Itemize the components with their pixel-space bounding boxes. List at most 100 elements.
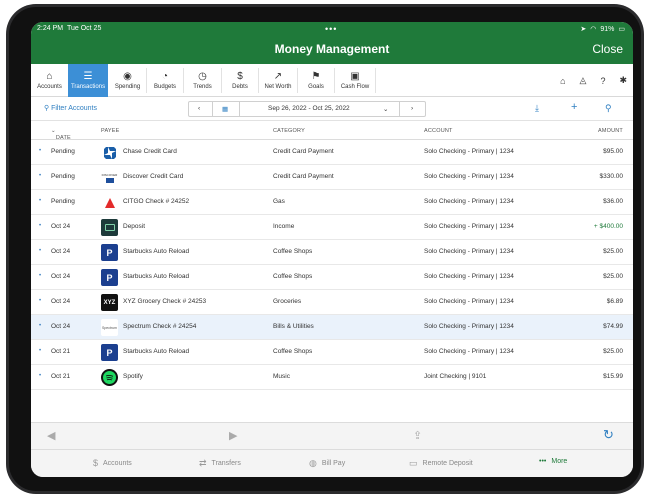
nav-remote-deposit[interactable]: ▭ Remote Deposit [409,458,473,469]
transfer-icon: ⇄ [199,458,207,468]
table-row[interactable]: • Pending Chase Credit Card Credit Card … [31,140,633,165]
list-icon: ☰ [83,71,93,82]
calendar-icon[interactable]: ▦ [222,105,228,113]
nav-bill-pay[interactable]: ◍ Bill Pay [309,458,345,469]
nav-more[interactable]: ••• More [539,458,567,465]
expand-icon[interactable]: • [39,148,41,154]
multitask-dots[interactable]: ••• [325,24,337,34]
refresh-icon[interactable]: ↻ [603,427,614,443]
table-header: ⌄ DATE PAYEE CATEGORY ACCOUNT AMOUNT [31,121,633,141]
citgo-logo-icon [101,194,118,211]
spotify-logo-icon [101,369,118,386]
location-icon: ➤ [580,26,587,33]
expand-icon[interactable]: • [39,248,41,254]
page-title: Money Management [274,42,390,56]
table-row[interactable]: • Pending CITGO Check # 24252 Gas Solo C… [31,190,633,215]
filter-accounts-button[interactable]: ⚲ Filter Accounts [44,104,97,112]
tab-cash-flow[interactable]: ▣ Cash Flow [335,64,375,97]
header-actions: ⌂ ◬ ? ✱ [560,64,627,97]
expand-icon[interactable]: • [39,173,41,179]
discover-logo-icon: DISCOVER [101,169,118,186]
tab-trends[interactable]: ◷ Trends [184,64,221,97]
tab-accounts[interactable]: ⌂ Accounts [31,64,68,97]
search-icon[interactable]: ⚲ [605,103,612,114]
account-header[interactable]: ACCOUNT [424,128,453,134]
chase-logo-icon [101,144,118,161]
date-range-text: Sep 26, 2022 - Oct 25, 2022 [268,105,350,112]
tab-net-worth[interactable]: ↗ Net Worth [259,64,297,97]
tab-budgets[interactable]: ◔ Budgets [147,64,183,97]
expand-icon[interactable]: • [39,373,41,379]
tab-spending[interactable]: ◉ Spending [109,64,146,97]
expand-icon[interactable]: • [39,323,41,329]
payee-header[interactable]: PAYEE [101,128,120,134]
table-row[interactable]: • Oct 21 P Starbucks Auto Reload Coffee … [31,340,633,365]
gear-icon[interactable]: ✱ [619,75,627,86]
table-row[interactable]: • Oct 24 Deposit Income Solo Checking - … [31,215,633,240]
globe-icon: ◍ [309,458,317,468]
tab-transactions[interactable]: ☰ Transactions [68,64,108,97]
table-row[interactable]: • Pending DISCOVER Discover Credit Card … [31,165,633,190]
debts-icon: $ [237,71,243,82]
bottom-navigation: $ Accounts ⇄ Transfers ◍ Bill Pay ▭ Remote D… [31,449,633,477]
date-range-picker[interactable]: ‹ ▦ Sep 26, 2022 - Oct 25, 2022 ⌄ › [188,101,426,117]
back-icon[interactable]: ◀ [47,429,55,442]
spectrum-logo-icon: Spectrum [101,319,118,336]
cash-flow-icon: ▣ [350,71,360,82]
table-row[interactable]: • Oct 21 Spotify Music Joint Checking | … [31,365,633,390]
wifi-icon: ◠ [590,26,597,33]
add-icon[interactable]: + [571,101,577,113]
sort-date-header[interactable]: ⌄ DATE [51,128,71,141]
institution-icon[interactable]: ⌂ [560,76,565,86]
more-dots-icon: ••• [539,458,547,465]
share-icon[interactable]: ⇪ [413,429,422,442]
chevron-down-icon[interactable]: ⌄ [383,105,388,113]
paypal-logo-icon: P [101,344,118,361]
screen: 2:24 PM Tue Oct 25 ••• ➤ ◠ 91% ▭ Money M… [31,22,633,477]
previous-period-icon[interactable]: ‹ [198,105,200,112]
check-icon: ▭ [409,458,418,468]
status-time: 2:24 PM Tue Oct 25 [37,25,102,32]
tablet-bezel: 2:24 PM Tue Oct 25 ••• ➤ ◠ 91% ▭ Money M… [9,7,641,491]
budget-icon: ◔ [161,71,169,82]
status-indicators: ➤ ◠ 91% ▭ [580,25,625,34]
table-row[interactable]: • Oct 24 P Starbucks Auto Reload Coffee … [31,240,633,265]
filter-bar: ⚲ Filter Accounts ‹ ▦ Sep 26, 2022 - Oct… [31,97,633,121]
filter-icon: ⚲ [44,105,50,112]
dollar-icon: $ [93,458,99,468]
table-row[interactable]: • Oct 24 Spectrum Spectrum Check # 24254… [31,315,633,340]
bell-icon[interactable]: ◬ [580,75,587,86]
spending-icon: ◉ [123,71,132,82]
paypal-logo-icon: P [101,269,118,286]
battery-icon: ▭ [618,26,625,33]
download-icon[interactable]: ⤓ [535,103,539,114]
browser-toolbar: ◀ ▶ ⇪ ↻ [31,422,633,449]
nav-transfers[interactable]: ⇄ Transfers [199,458,241,469]
amount-header[interactable]: AMOUNT [598,128,623,134]
net-worth-icon: ↗ [273,71,283,82]
goals-icon: ⚑ [311,71,321,82]
table-row[interactable]: • Oct 24 XYZ XYZ Grocery Check # 24253 G… [31,290,633,315]
expand-icon[interactable]: • [39,298,41,304]
tablet-frame: 2:24 PM Tue Oct 25 ••• ➤ ◠ 91% ▭ Money M… [6,4,644,494]
close-button[interactable]: Close [592,42,623,56]
help-icon[interactable]: ? [600,76,605,86]
paypal-logo-icon: P [101,244,118,261]
next-period-icon[interactable]: › [411,105,413,112]
deposit-icon [101,219,118,236]
expand-icon[interactable]: • [39,198,41,204]
category-header[interactable]: CATEGORY [273,128,305,134]
nav-accounts[interactable]: $ Accounts [93,458,132,468]
app-header: 2:24 PM Tue Oct 25 ••• ➤ ◠ 91% ▭ Money M… [31,22,633,64]
battery-percent: 91% [600,25,615,33]
trends-icon: ◷ [198,71,207,82]
forward-icon[interactable]: ▶ [229,429,237,442]
bank-icon: ⌂ [46,71,53,82]
table-row[interactable]: • Oct 24 P Starbucks Auto Reload Coffee … [31,265,633,290]
expand-icon[interactable]: • [39,223,41,229]
feature-tabbar: ⌂ Accounts ☰ Transactions ◉ Spending ◔ Budge… [31,64,633,97]
tab-debts[interactable]: $ Debts [222,64,258,97]
expand-icon[interactable]: • [39,348,41,354]
expand-icon[interactable]: • [39,273,41,279]
tab-goals[interactable]: ⚑ Goals [298,64,334,97]
